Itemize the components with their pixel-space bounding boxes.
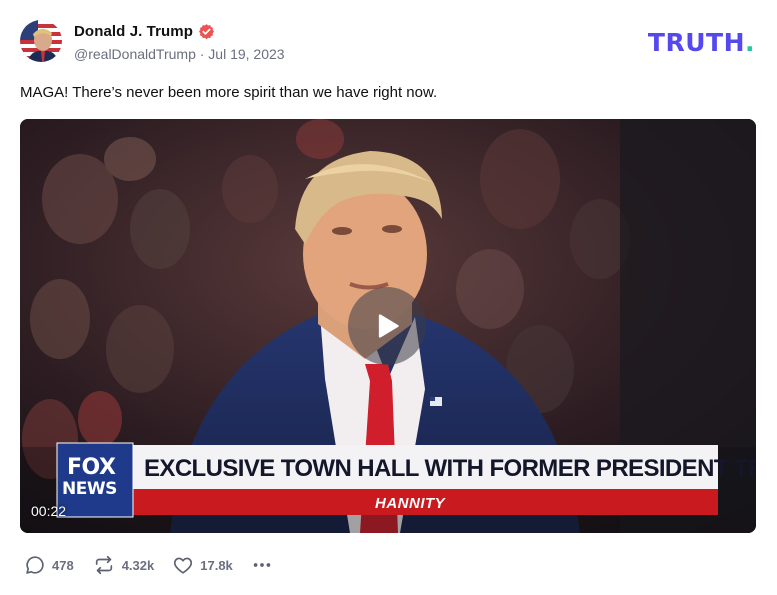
more-options-button[interactable] [251, 554, 273, 576]
retruth-icon [95, 555, 112, 575]
fox-news-logo: FOX NEWS [59, 445, 132, 515]
lower-third-headline: EXCLUSIVE TOWN HALL WITH FORMER PRESIDEN… [144, 455, 756, 482]
truth-logo[interactable]: TRUTH. [648, 28, 755, 57]
reply-icon [26, 556, 44, 574]
avatar-image [20, 20, 62, 62]
verified-badge-icon [198, 23, 215, 40]
avatar[interactable] [20, 20, 62, 62]
video-duration: 00:22 [31, 503, 67, 519]
logo-dot: . [745, 28, 755, 57]
author-name[interactable]: Donald J. Trump [74, 23, 193, 40]
retruth-count: 4.32k [121, 557, 155, 573]
reply-button[interactable]: 478 [24, 554, 74, 576]
like-icon [174, 557, 193, 574]
play-button[interactable] [348, 287, 426, 365]
network-logo-line2: NEWS [62, 479, 117, 499]
like-count: 17.8k [200, 557, 233, 573]
post-text: MAGA! There’s never been more spirit tha… [20, 84, 438, 101]
network-logo-line1: FOX [67, 455, 116, 480]
reply-count: 478 [52, 557, 74, 573]
play-icon [378, 314, 399, 338]
logo-text: TRUTH [647, 28, 745, 57]
handle-and-date[interactable]: @realDonaldTrump · Jul 19, 2023 [74, 46, 285, 62]
video-player[interactable]: FOX NEWS EXCLUSIVE TOWN HALL WITH FORMER… [20, 119, 756, 533]
post-actions: 478 4.32k 17.8k [24, 553, 273, 577]
post-header: Donald J. Trump @realDonaldTrump · Jul 1… [20, 20, 757, 68]
lower-third-show: HANNITY [375, 495, 446, 512]
more-icon [253, 563, 271, 567]
like-button[interactable]: 17.8k [172, 554, 233, 576]
retruth-button[interactable]: 4.32k [92, 554, 155, 576]
